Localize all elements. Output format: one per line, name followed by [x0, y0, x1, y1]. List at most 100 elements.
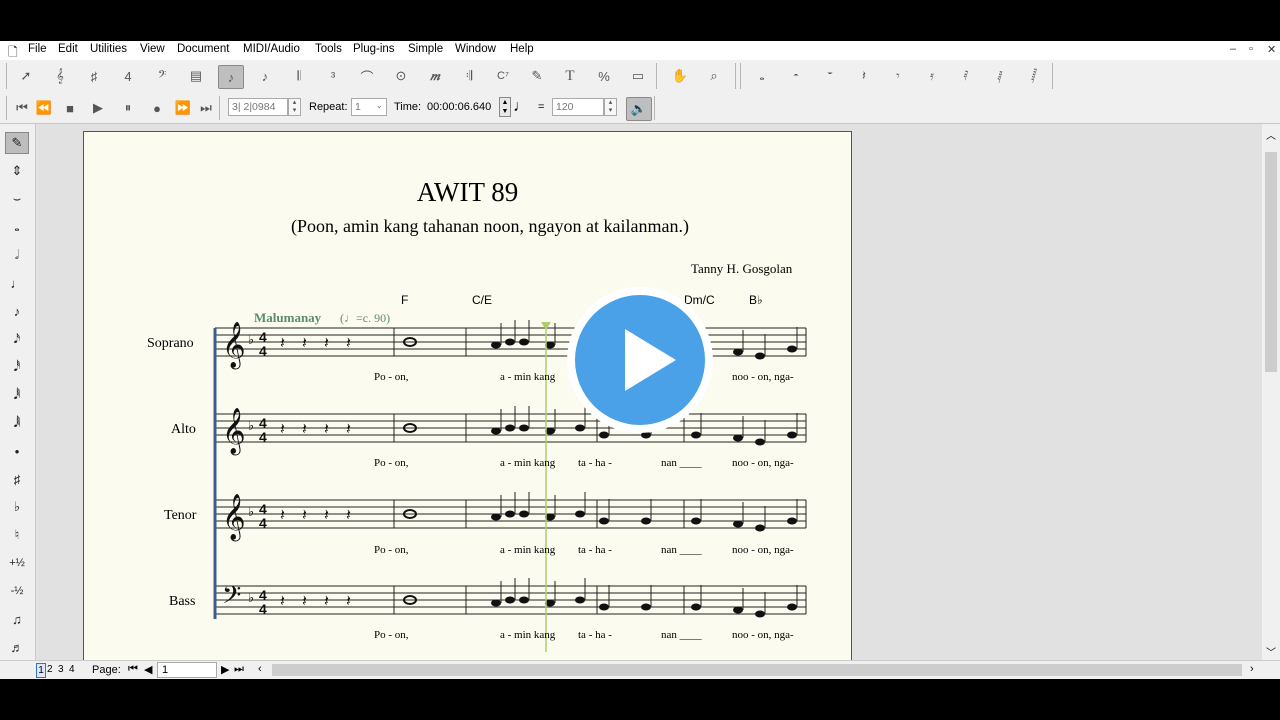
- quarter-rest-icon[interactable]: 𝄽: [851, 64, 877, 88]
- whole-note-icon[interactable]: 𝅝: [5, 216, 29, 238]
- video-play-button[interactable]: [567, 287, 713, 433]
- menu-utilities[interactable]: Utilities: [90, 43, 127, 55]
- hundred-twenty-eighth-rest-icon[interactable]: 𝅂: [1021, 64, 1047, 88]
- scroll-left-icon[interactable]: ‹: [258, 663, 262, 675]
- lyric[interactable]: a - min kang: [500, 371, 555, 383]
- lyric[interactable]: noo - on, nga-: [732, 371, 794, 383]
- stop-icon[interactable]: ■: [57, 96, 83, 120]
- lyric[interactable]: Po - on,: [374, 371, 409, 383]
- page-number-input[interactable]: 1: [157, 662, 217, 678]
- close-icon[interactable]: ✕: [1267, 43, 1276, 56]
- restore-icon[interactable]: ▫: [1249, 43, 1253, 55]
- tie-icon[interactable]: ⌣: [5, 188, 29, 210]
- speaker-icon[interactable]: 🔊: [626, 97, 652, 121]
- eighth-note-icon[interactable]: ♪: [5, 300, 29, 322]
- eraser-icon[interactable]: ✎: [5, 132, 29, 154]
- page-tab-2[interactable]: 2: [47, 664, 53, 675]
- prev-page-icon[interactable]: ◀: [144, 663, 152, 676]
- clef-tool-icon[interactable]: 𝄢: [149, 64, 175, 88]
- scroll-down-icon[interactable]: ﹀: [1266, 644, 1276, 659]
- sixty-fourth-note-icon[interactable]: 𝅘𝅥𝅱: [5, 384, 29, 406]
- play-icon[interactable]: ▶: [85, 96, 111, 120]
- expression-tool-icon[interactable]: 𝆐: [422, 64, 448, 88]
- tempo-spinner[interactable]: ▴ ▾: [604, 98, 617, 116]
- sixty-fourth-rest-icon[interactable]: 𝅁: [987, 64, 1013, 88]
- minimize-icon[interactable]: ‒: [1230, 43, 1236, 55]
- menu-simple[interactable]: Simple: [408, 43, 443, 55]
- selection-tool-icon[interactable]: ➚: [13, 64, 39, 88]
- half-note-icon[interactable]: 𝅗𝅥: [5, 244, 29, 266]
- half-step-down-button[interactable]: -½: [5, 580, 29, 602]
- vertical-scroll-thumb[interactable]: [1265, 152, 1277, 372]
- flat-icon[interactable]: ♭: [5, 496, 29, 518]
- sharp-icon[interactable]: ♯: [5, 468, 29, 490]
- horizontal-scroll-thumb[interactable]: [272, 664, 1242, 676]
- page-tab-1[interactable]: 1: [36, 663, 46, 678]
- lyric[interactable]: nan ____: [661, 457, 702, 469]
- speedy-entry-tool-icon[interactable]: ♪: [252, 64, 278, 88]
- menu-window[interactable]: Window: [455, 43, 496, 55]
- menu-document[interactable]: Document: [177, 43, 229, 55]
- sixteenth-note-icon[interactable]: 𝅘𝅥𝅯: [5, 328, 29, 350]
- lyrics-tool-icon[interactable]: ✎: [524, 64, 550, 88]
- hundred-twenty-eighth-note-icon[interactable]: 𝅘𝅥𝅲: [5, 412, 29, 434]
- lyric[interactable]: ta - ha -: [578, 629, 612, 641]
- lyric[interactable]: nan ____: [661, 629, 702, 641]
- resize-tool-icon[interactable]: %: [591, 64, 617, 88]
- repeat-select[interactable]: 1 ⌄: [351, 98, 387, 116]
- lyric[interactable]: Po - on,: [374, 457, 409, 469]
- smart-shape-tool-icon[interactable]: ⌒: [354, 64, 380, 88]
- menu-view[interactable]: View: [140, 43, 165, 55]
- menu-midi-audio[interactable]: MIDI/Audio: [243, 43, 300, 55]
- zoom-tool-icon[interactable]: ⌕: [701, 64, 727, 88]
- hand-grabber-icon[interactable]: ✋: [667, 64, 693, 88]
- page-tab-3[interactable]: 3: [58, 664, 64, 675]
- lyric[interactable]: Po - on,: [374, 544, 409, 556]
- chord-tool-icon[interactable]: C⁷: [490, 64, 516, 88]
- scroll-up-icon[interactable]: ︿: [1266, 127, 1276, 142]
- lyric[interactable]: a - min kang: [500, 629, 555, 641]
- measure-counter[interactable]: 3| 2|0984: [228, 98, 288, 116]
- voice-icon[interactable]: ♫: [5, 608, 29, 630]
- lyric[interactable]: noo - on, nga-: [732, 457, 794, 469]
- lyric[interactable]: a - min kang: [500, 457, 555, 469]
- pause-icon[interactable]: ⏸: [115, 96, 141, 120]
- staff-tool-icon[interactable]: 𝄞: [47, 64, 73, 88]
- record-icon[interactable]: ●: [144, 96, 170, 120]
- page-layout-tool-icon[interactable]: ▭: [625, 64, 651, 88]
- lyric[interactable]: ta - ha -: [578, 544, 612, 556]
- score-page[interactable]: AWIT 89 (Poon, amin kang tahanan noon, n…: [83, 131, 852, 660]
- lyric[interactable]: ta - ha -: [578, 457, 612, 469]
- quarter-note-palette-icon[interactable]: ♩: [5, 272, 29, 294]
- tempo-unit-spinner[interactable]: ▲ ▼: [499, 97, 511, 117]
- counter-spinner[interactable]: ▴ ▾: [288, 98, 301, 116]
- sixteenth-rest-icon[interactable]: 𝄿: [919, 64, 945, 88]
- fast-forward-to-end-icon[interactable]: ⏭: [193, 96, 219, 120]
- articulation-tool-icon[interactable]: ⊙: [388, 64, 414, 88]
- menu-help[interactable]: Help: [510, 43, 534, 55]
- lyric[interactable]: a - min kang: [500, 544, 555, 556]
- menu-file[interactable]: File: [28, 43, 47, 55]
- natural-icon[interactable]: ♮: [5, 524, 29, 546]
- lyric[interactable]: nan ____: [661, 544, 702, 556]
- half-step-up-button[interactable]: +½: [5, 552, 29, 574]
- rewind-icon[interactable]: ⏪: [31, 96, 57, 120]
- first-page-icon[interactable]: ⏮: [128, 663, 138, 676]
- tuplet-note-icon[interactable]: ♬: [5, 636, 29, 658]
- repeat-tool-icon[interactable]: 𝄇: [456, 64, 482, 88]
- thirty-second-note-icon[interactable]: 𝅘𝅥𝅰: [5, 356, 29, 378]
- lyric[interactable]: Po - on,: [374, 629, 409, 641]
- next-page-icon[interactable]: ▶: [221, 663, 229, 676]
- score-notation[interactable]: 𝄞 44♭ 𝄽 𝄽 𝄽 𝄽𝄞 44♭ 𝄽 𝄽 𝄽 𝄽𝄞 44♭ 𝄽 𝄽 𝄽 𝄽𝄢 44♭ 𝄽 𝄽 𝄽 𝄽: [84, 132, 851, 660]
- half-rest-icon[interactable]: 𝄼: [783, 64, 809, 88]
- key-signature-tool-icon[interactable]: ♯: [81, 64, 107, 88]
- text-tool-icon[interactable]: T: [557, 64, 583, 88]
- menu-tools[interactable]: Tools: [315, 43, 342, 55]
- measure-tool-icon[interactable]: ▤: [183, 64, 209, 88]
- last-page-icon[interactable]: ⏭: [234, 663, 244, 676]
- simple-entry-tool-icon[interactable]: ♪: [218, 65, 244, 89]
- tuplet-tool-icon[interactable]: ³: [320, 64, 346, 88]
- notehead-icon[interactable]: 𝅝: [749, 64, 775, 88]
- tempo-field[interactable]: 120: [552, 98, 604, 116]
- lyric[interactable]: noo - on, nga-: [732, 629, 794, 641]
